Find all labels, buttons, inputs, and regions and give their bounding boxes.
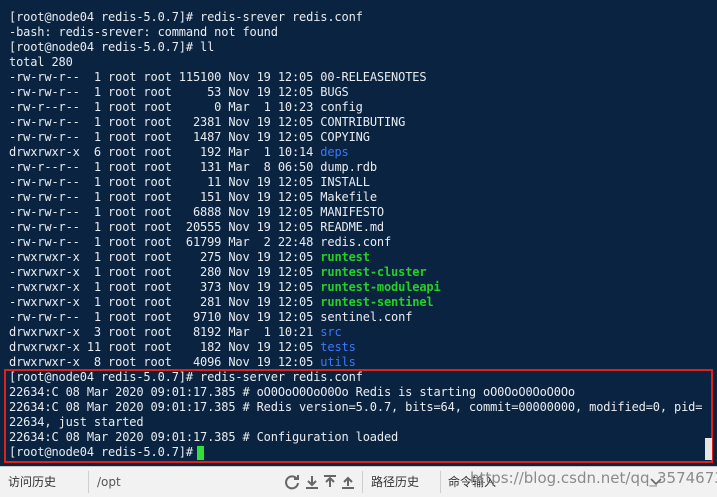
directory-name: tests xyxy=(320,340,356,354)
terminal-line: -rw-rw-r-- 1 root root 1487 Nov 19 12:05… xyxy=(9,130,370,145)
terminal-line: -rwxrwxr-x 1 root root 275 Nov 19 12:05 … xyxy=(9,250,370,265)
divider xyxy=(362,471,363,493)
file-name: 00-RELEASENOTES xyxy=(320,70,427,84)
divider xyxy=(88,471,89,493)
file-attributes: drwxrwxr-x 6 root root 192 Mar 1 10:14 xyxy=(9,145,321,159)
terminal-line: -rw-rw-r-- 1 root root 2381 Nov 19 12:05… xyxy=(9,115,405,130)
file-attributes: -rw-rw-r-- 1 root root 20555 Nov 19 12:0… xyxy=(9,220,321,234)
terminal-line: -rw-rw-r-- 1 root root 61799 Mar 2 22:48… xyxy=(9,235,391,250)
scrollbar-thumb[interactable] xyxy=(705,438,712,460)
download-icon[interactable] xyxy=(304,474,320,490)
file-attributes: -rwxrwxr-x 1 root root 275 Nov 19 12:05 xyxy=(9,250,321,264)
terminal-line: -rw-rw-r-- 1 root root 9710 Nov 19 12:05… xyxy=(9,310,412,325)
file-name: config xyxy=(320,100,363,114)
terminal-line: -rw-rw-r-- 1 root root 53 Nov 19 12:05 B… xyxy=(9,85,349,100)
terminal-line: -rw-rw-r-- 1 root root 6888 Nov 19 12:05… xyxy=(9,205,384,220)
watermark-text: https://blog.csdn.net/qq_35746739 xyxy=(470,469,717,487)
directory-name: utils xyxy=(320,355,356,369)
file-name: README.md xyxy=(320,220,384,234)
file-attributes: -rw-rw-r-- 1 root root 9710 Nov 19 12:05 xyxy=(9,310,321,324)
terminal-line: -rw-rw-r-- 1 root root 151 Nov 19 12:05 … xyxy=(9,190,377,205)
terminal-line: -rw-rw-r-- 1 root root 11 Nov 19 12:05 I… xyxy=(9,175,370,190)
file-attributes: drwxrwxr-x 3 root root 8192 Mar 1 10:21 xyxy=(9,325,321,339)
executable-name: runtest-cluster xyxy=(320,265,427,279)
file-name: MANIFESTO xyxy=(320,205,384,219)
file-name: BUGS xyxy=(320,85,349,99)
history-button[interactable]: 访问历史 xyxy=(8,467,56,497)
upload-file-icon[interactable] xyxy=(340,474,356,490)
terminal-line: total 280 xyxy=(9,55,73,69)
file-attributes: -rw-rw-r-- 1 root root 115100 Nov 19 12:… xyxy=(9,70,321,84)
executable-name: runtest-moduleapi xyxy=(320,280,441,294)
terminal-line: -rw-r--r-- 1 root root 131 Mar 8 06:50 d… xyxy=(9,160,377,175)
file-attributes: drwxrwxr-x 11 root root 182 Nov 19 12:05 xyxy=(9,340,321,354)
refresh-icon[interactable] xyxy=(284,474,300,490)
directory-name: deps xyxy=(320,145,349,159)
file-attributes: -rw-rw-r-- 1 root root 61799 Mar 2 22:48 xyxy=(9,235,321,249)
file-attributes: drwxrwxr-x 8 root root 4096 Nov 19 12:05 xyxy=(9,355,321,369)
terminal-line: -rwxrwxr-x 1 root root 281 Nov 19 12:05 … xyxy=(9,295,434,310)
terminal-line: -rwxrwxr-x 1 root root 280 Nov 19 12:05 … xyxy=(9,265,427,280)
file-attributes: -rw-rw-r-- 1 root root 2381 Nov 19 12:05 xyxy=(9,115,321,129)
file-name: COPYING xyxy=(320,130,370,144)
file-attributes: -rw-rw-r-- 1 root root 11 Nov 19 12:05 xyxy=(9,175,321,189)
file-name: redis.conf xyxy=(320,235,392,249)
file-attributes: -rw-rw-r-- 1 root root 151 Nov 19 12:05 xyxy=(9,190,321,204)
file-name: dump.rdb xyxy=(320,160,377,174)
file-attributes: -rw-rw-r-- 1 root root 1487 Nov 19 12:05 xyxy=(9,130,321,144)
terminal-cursor xyxy=(197,446,204,460)
path-field[interactable]: /opt xyxy=(97,467,121,497)
file-name: sentinel.conf xyxy=(320,310,413,324)
file-attributes: -rw-r--r-- 1 root root 131 Mar 8 06:50 xyxy=(9,160,321,174)
terminal-line: -rw-r--r-- 1 root root 0 Mar 1 10:23 con… xyxy=(9,100,363,115)
upload-icon[interactable] xyxy=(322,474,338,490)
terminal-line: [root@node04 redis-5.0.7]# redis-srever … xyxy=(9,10,363,24)
file-attributes: -rwxrwxr-x 1 root root 280 Nov 19 12:05 xyxy=(9,265,321,279)
terminal-line: -rwxrwxr-x 1 root root 373 Nov 19 12:05 … xyxy=(9,280,441,295)
terminal-line: drwxrwxr-x 8 root root 4096 Nov 19 12:05… xyxy=(9,355,356,370)
file-attributes: -rw-rw-r-- 1 root root 53 Nov 19 12:05 xyxy=(9,85,321,99)
file-name: Makefile xyxy=(320,190,377,204)
directory-name: src xyxy=(320,325,342,339)
file-attributes: -rw-r--r-- 1 root root 0 Mar 1 10:23 xyxy=(9,100,321,114)
file-name: INSTALL xyxy=(320,175,370,189)
terminal-line: drwxrwxr-x 11 root root 182 Nov 19 12:05… xyxy=(9,340,356,355)
file-name: CONTRIBUTING xyxy=(320,115,406,129)
divider xyxy=(440,471,441,493)
path-history-button[interactable]: 路径历史 xyxy=(371,467,419,497)
terminal-line: drwxrwxr-x 3 root root 8192 Mar 1 10:21 … xyxy=(9,325,342,340)
highlight-box xyxy=(4,369,713,463)
file-attributes: -rw-rw-r-- 1 root root 6888 Nov 19 12:05 xyxy=(9,205,321,219)
terminal-line: -rw-rw-r-- 1 root root 115100 Nov 19 12:… xyxy=(9,70,427,85)
executable-name: runtest-sentinel xyxy=(320,295,434,309)
terminal-line: [root@node04 redis-5.0.7]# ll xyxy=(9,40,215,54)
file-attributes: -rwxrwxr-x 1 root root 281 Nov 19 12:05 xyxy=(9,295,321,309)
executable-name: runtest xyxy=(320,250,370,264)
terminal-line: -bash: redis-srever: command not found xyxy=(9,25,278,39)
terminal-line: -rw-rw-r-- 1 root root 20555 Nov 19 12:0… xyxy=(9,220,384,235)
terminal-line: drwxrwxr-x 6 root root 192 Mar 1 10:14 d… xyxy=(9,145,349,160)
file-attributes: -rwxrwxr-x 1 root root 373 Nov 19 12:05 xyxy=(9,280,321,294)
